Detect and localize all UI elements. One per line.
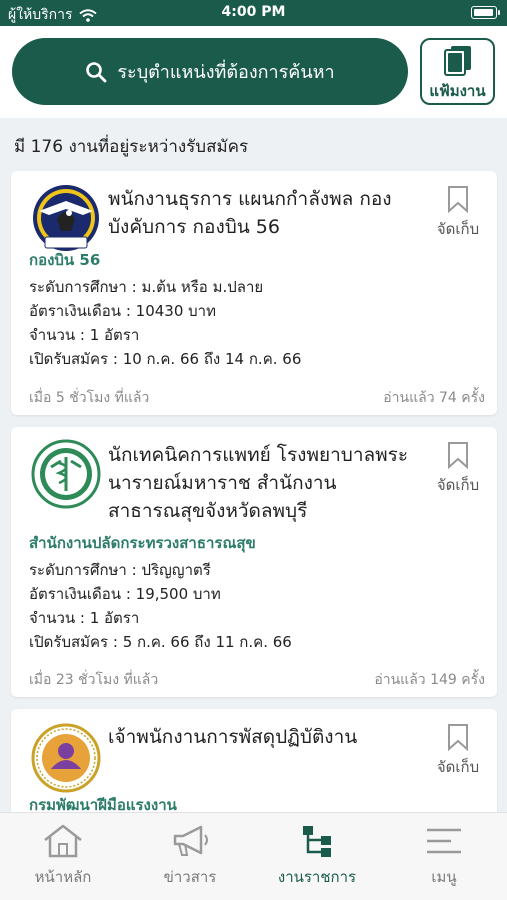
- search-bar[interactable]: ระบุตำแหน่งที่ต้องการค้นหา: [12, 38, 408, 105]
- education-level: ระดับการศึกษา : ปริญญาตรี: [29, 561, 211, 579]
- tab-government-jobs-label: งานราชการ: [277, 868, 357, 886]
- status-time: 4:00 PM: [221, 4, 286, 20]
- job-card[interactable]: นักเทคนิคการแพทย์ โรงพยาบาลพระนารายณ์มหา…: [11, 427, 497, 697]
- agency-name: กองบิน 56: [29, 251, 101, 269]
- bookmark-icon: [448, 186, 468, 213]
- view-count: อ่านแล้ว 74 ครั้ง: [383, 390, 485, 406]
- salary: อัตราเงินเดือน : 10430 บาท: [29, 302, 216, 320]
- megaphone-icon: [173, 825, 208, 856]
- agency-name: สำนักงานปลัดกระทรวงสาธารณสุข: [29, 534, 256, 552]
- agency-logo: [29, 181, 103, 255]
- save-label: จัดเก็บ: [436, 758, 480, 776]
- save-button[interactable]: จัดเก็บ: [431, 185, 485, 241]
- tab-home-label: หน้าหลัก: [34, 868, 92, 886]
- status-bar: ผู้ให้บริการ 4:00 PM: [0, 0, 507, 26]
- agency-logo: [29, 437, 103, 511]
- header: ระบุตำแหน่งที่ต้องการค้นหา แฟ้มงาน: [0, 26, 507, 118]
- application-period: เปิดรับสมัคร : 10 ก.ค. 66 ถึง 14 ก.ค. 66: [29, 350, 302, 368]
- folder-button-label: แฟ้มงาน: [429, 82, 486, 100]
- job-title[interactable]: นักเทคนิคการแพทย์ โรงพยาบาลพระนารายณ์มหา…: [108, 441, 426, 525]
- org-chart-icon: [303, 826, 331, 857]
- search-icon: [86, 61, 107, 82]
- job-title[interactable]: พนักงานธุรการ แผนกกำลังพล กองบังคับการ ก…: [108, 185, 426, 241]
- folder-button[interactable]: แฟ้มงาน: [420, 38, 495, 105]
- tab-news-label: ข่าวสาร: [163, 868, 217, 886]
- posted-time: เมื่อ 23 ชั่วโมง ที่แล้ว: [29, 672, 159, 688]
- agency-logo: [29, 721, 103, 795]
- save-button[interactable]: จัดเก็บ: [431, 723, 485, 779]
- application-period: เปิดรับสมัคร : 5 ก.ค. 66 ถึง 11 ก.ค. 66: [29, 633, 292, 651]
- job-card[interactable]: พนักงานธุรการ แผนกกำลังพล กองบังคับการ ก…: [11, 171, 497, 415]
- save-label: จัดเก็บ: [436, 476, 480, 494]
- job-title[interactable]: เจ้าพนักงานการพัสดุปฏิบัติงาน: [108, 723, 426, 751]
- job-card[interactable]: เจ้าพนักงานการพัสดุปฏิบัติงาน จัดเก็บ กร…: [11, 709, 497, 814]
- menu-icon: [427, 828, 461, 854]
- tab-menu-label: เมนู: [431, 868, 457, 886]
- battery-icon: [471, 6, 500, 19]
- education-level: ระดับการศึกษา : ม.ต้น หรือ ม.ปลาย: [29, 278, 264, 296]
- tab-news[interactable]: ข่าวสาร: [127, 823, 253, 889]
- positions-count: จำนวน : 1 อัตรา: [29, 609, 140, 627]
- job-details: ระดับการศึกษา : ปริญญาตรี อัตราเงินเดือน…: [29, 558, 292, 654]
- bookmark-icon: [448, 442, 468, 469]
- search-placeholder: ระบุตำแหน่งที่ต้องการค้นหา: [117, 62, 335, 83]
- tab-menu[interactable]: เมนู: [381, 823, 507, 889]
- job-details: ระดับการศึกษา : ม.ต้น หรือ ม.ปลาย อัตราเ…: [29, 275, 301, 371]
- save-label: จัดเก็บ: [436, 220, 480, 238]
- salary: อัตราเงินเดือน : 19,500 บาท: [29, 585, 221, 603]
- tab-home[interactable]: หน้าหลัก: [0, 823, 126, 889]
- view-count: อ่านแล้ว 149 ครั้ง: [374, 672, 485, 688]
- job-count: มี 176 งานที่อยู่ระหว่างรับสมัคร: [14, 137, 249, 157]
- posted-time: เมื่อ 5 ชั่วโมง ที่แล้ว: [29, 390, 150, 406]
- tab-government-jobs[interactable]: งานราชการ: [254, 823, 380, 889]
- positions-count: จำนวน : 1 อัตรา: [29, 326, 140, 344]
- folder-icon: [443, 46, 471, 76]
- home-icon: [44, 824, 82, 858]
- save-button[interactable]: จัดเก็บ: [431, 441, 485, 497]
- tab-bar: หน้าหลัก ข่าวสาร งานราชการ เมนู: [0, 812, 507, 900]
- bookmark-icon: [448, 724, 468, 751]
